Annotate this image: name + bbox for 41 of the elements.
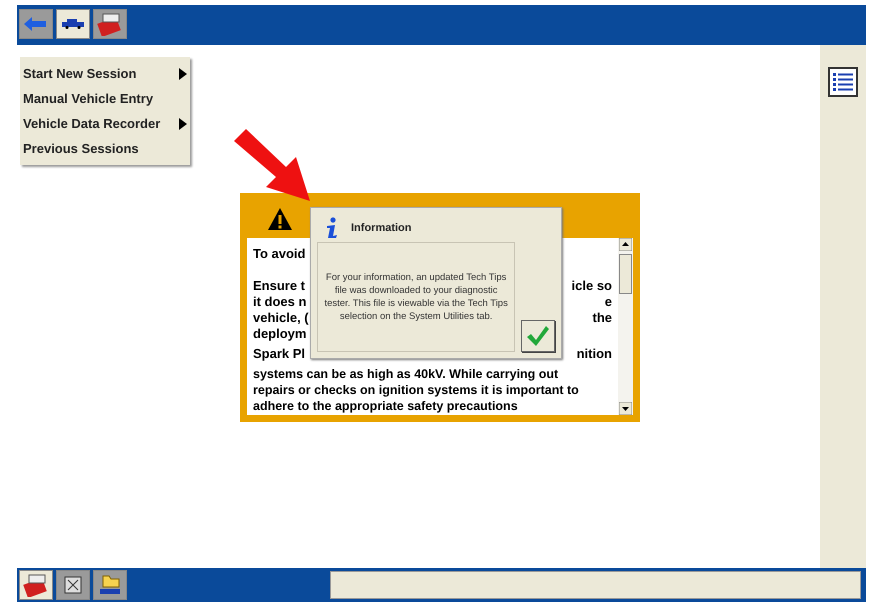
ok-button[interactable] <box>521 320 555 352</box>
warning-text: Spark Pl <box>253 346 306 362</box>
car-icon <box>61 19 85 29</box>
warning-text: nition <box>576 346 612 362</box>
menu-item[interactable]: Vehicle Data Recorder <box>20 111 190 136</box>
scroll-thumb[interactable] <box>619 254 632 294</box>
tab[interactable] <box>56 570 90 600</box>
menu-item[interactable]: Manual Vehicle Entry <box>20 86 190 111</box>
warning-text: deploym <box>253 326 306 342</box>
warning-text: vehicle, ( <box>253 310 309 326</box>
dialog-message: For your information, an updated Tech Tips file was downloaded to your diagnostic tester. This file is viewable via the Tech Tips selection on the System Utilities tab. <box>323 271 509 323</box>
info-icon <box>325 217 339 239</box>
scrollbar[interactable] <box>618 238 633 415</box>
warning-text: repairs or checks on ignition systems it is important to <box>253 382 580 398</box>
warning-text: To avoid <box>253 246 306 262</box>
toolbox-icon <box>23 573 49 597</box>
dialog-title: Information <box>351 220 412 236</box>
tab[interactable] <box>19 570 53 600</box>
arrow-icon <box>24 17 48 31</box>
warning-text: systems can be as high as 40kV. While carrying out <box>253 366 560 382</box>
toolbox-icon <box>97 12 123 36</box>
warning-text: Ensure t <box>253 278 306 294</box>
tab[interactable] <box>56 9 90 39</box>
warning-text: adhere to the appropriate safety precautions <box>253 398 519 414</box>
tab[interactable] <box>93 570 127 600</box>
warning-text: the <box>592 310 612 326</box>
scroll-up-icon[interactable] <box>619 238 632 251</box>
scroll-icon <box>62 574 84 596</box>
warning-text: it does n <box>253 294 306 310</box>
warning-icon <box>267 207 293 231</box>
folder-icon <box>98 574 122 596</box>
checkmark-icon <box>526 325 550 347</box>
tab[interactable] <box>93 9 127 39</box>
warning-text: icle so <box>572 278 612 294</box>
list-icon <box>832 71 854 93</box>
menu-item[interactable]: Start New Session <box>20 61 190 86</box>
warning-text: e <box>604 294 612 310</box>
list-view-button[interactable] <box>828 67 858 97</box>
scroll-down-icon[interactable] <box>619 402 632 415</box>
pointer-arrow-icon <box>234 129 312 203</box>
menu-item[interactable]: Previous Sessions <box>20 136 190 161</box>
